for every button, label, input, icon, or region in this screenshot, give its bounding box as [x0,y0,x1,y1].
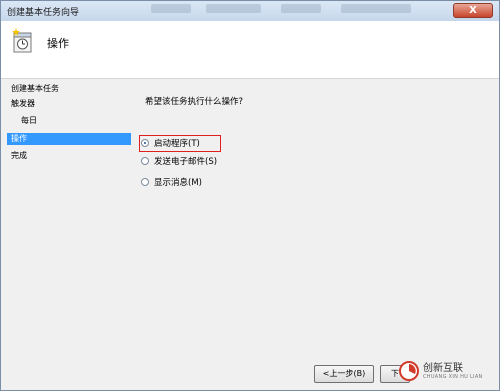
title-bar[interactable]: 创建基本任务向导 X [1,1,499,22]
wizard-header: 操作 [1,21,499,79]
option-show-message[interactable]: 显示消息(M) [141,175,202,189]
option-send-email[interactable]: 发送电子邮件(S) [141,154,217,168]
close-icon: X [469,5,477,16]
blurred-background [206,4,261,13]
watermark-logo-icon [399,361,419,381]
option-start-program[interactable]: 启动程序(T) [141,136,200,150]
blurred-background [281,4,321,13]
watermark-name: 创新互联 [423,362,463,374]
wizard-content: 希望该任务执行什么操作? 启动程序(T) 发送电子邮件(S) 显示消息(M) [135,78,499,390]
question-text: 希望该任务执行什么操作? [145,97,244,107]
step-trigger[interactable]: 触发器 [7,98,131,110]
back-button[interactable]: <上一步(B) [314,365,374,383]
blurred-background [341,4,411,13]
page-title: 操作 [47,37,69,50]
step-create-basic-task[interactable]: 创建基本任务 [7,83,131,95]
task-scheduler-icon [11,28,35,54]
step-action[interactable]: 操作 [7,133,131,145]
radio-button[interactable] [141,157,149,165]
watermark: 创新互联 CHUANG XIN HU LIAN [399,358,495,384]
watermark-subtitle: CHUANG XIN HU LIAN [423,373,483,380]
radio-button[interactable] [141,178,149,186]
radio-button-checked[interactable] [141,139,149,147]
option-label: 显示消息(M) [154,178,202,188]
wizard-window: 创建基本任务向导 X 操作 创建基本任务 触发器 每日 操作 完成 希望该任务执… [0,0,500,391]
window-title: 创建基本任务向导 [7,8,80,18]
close-button[interactable]: X [453,3,493,18]
option-label: 启动程序(T) [154,139,200,149]
option-label: 发送电子邮件(S) [154,157,218,167]
blurred-background [151,4,191,13]
wizard-steps-panel: 创建基本任务 触发器 每日 操作 完成 [1,78,135,390]
step-daily[interactable]: 每日 [7,115,131,127]
step-finish[interactable]: 完成 [7,150,131,162]
